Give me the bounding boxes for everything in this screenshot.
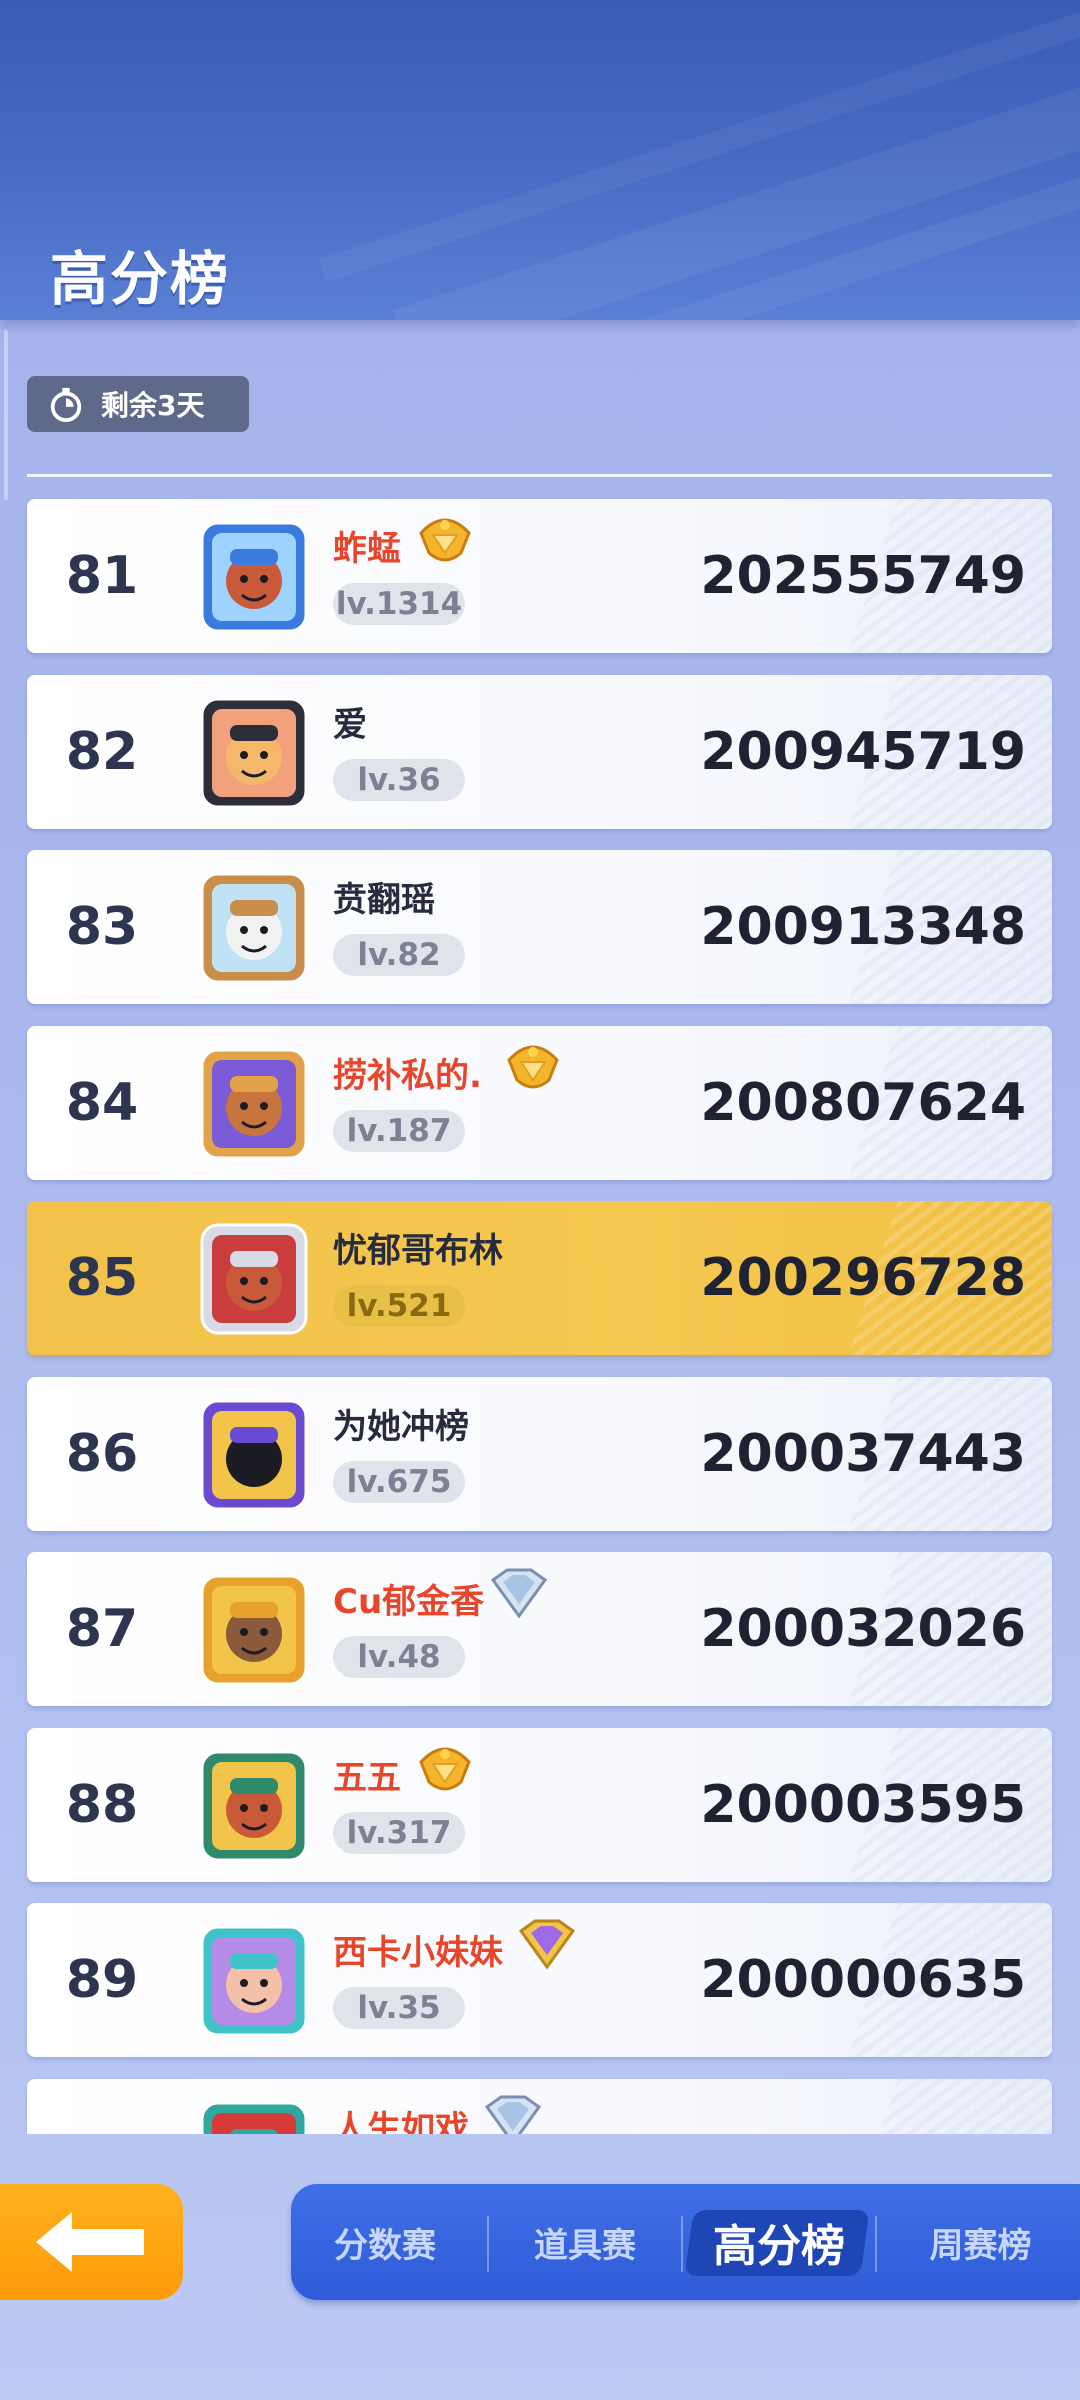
tab-label: 高分榜 [713, 2221, 845, 2272]
player-avatar[interactable] [192, 2095, 316, 2134]
tab-label: 分数赛 [334, 2225, 436, 2266]
diamond-badge-icon [487, 1566, 551, 1620]
player-avatar[interactable] [192, 1217, 316, 1341]
player-score: 200945719 [700, 722, 1026, 782]
player-name: 捞补私的. [333, 1056, 482, 1096]
player-score: 200032026 [700, 1599, 1026, 1659]
player-name: 五五 [333, 1758, 401, 1798]
player-name: 爱 [333, 705, 367, 745]
player-level: lv.187 [333, 1110, 465, 1152]
leaderboard-row[interactable]: 人生如戏 [27, 2079, 1052, 2134]
rank-number: 84 [65, 1073, 139, 1133]
gold-crown-badge-icon [413, 1742, 477, 1796]
leaderboard-row[interactable]: 82 爱 lv.36 200945719 [27, 675, 1052, 829]
leaderboard-row[interactable]: 83 贲翻瑶 lv.82 200913348 [27, 850, 1052, 1004]
rank-number [27, 2079, 177, 2134]
stopwatch-icon [50, 387, 82, 423]
gold-crown-badge-icon [413, 513, 477, 567]
player-score: 200000635 [700, 1950, 1026, 2010]
player-avatar[interactable] [192, 1744, 316, 1868]
tab-item-match[interactable]: 道具赛 [491, 2184, 679, 2300]
rank-number: 82 [65, 722, 139, 782]
time-remaining-text: 剩余3天 [101, 389, 205, 422]
player-avatar[interactable] [192, 515, 316, 639]
leaderboard-row[interactable]: 89 西卡小妹妹 lv.35 200000635 [27, 1903, 1052, 2057]
tab-label: 周赛榜 [929, 2225, 1032, 2266]
leaderboard-row[interactable]: 88 五五 lv.317 200003595 [27, 1728, 1052, 1882]
scrollbar[interactable] [4, 330, 8, 500]
purple-diamond-badge-icon [515, 1917, 579, 1971]
player-score: 200296728 [700, 1248, 1026, 1308]
player-level: lv.82 [333, 934, 465, 976]
player-name: 贲翻瑶 [333, 880, 435, 920]
back-button[interactable] [0, 2184, 183, 2300]
player-avatar[interactable] [192, 1042, 316, 1166]
player-name: 忧郁哥布林 [333, 1231, 503, 1271]
player-avatar[interactable] [192, 866, 316, 990]
header-banner: 高分榜 [0, 0, 1080, 320]
leaderboard-row-self[interactable]: 85 忧郁哥布林 lv.521 200296728 [27, 1201, 1052, 1355]
gold-crown-badge-icon [501, 1040, 565, 1094]
leaderboard-row[interactable]: 84 捞补私的. lv.187 200807624 [27, 1026, 1052, 1180]
back-arrow-icon [35, 2212, 144, 2272]
rank-number: 81 [65, 546, 139, 606]
player-level: lv.48 [333, 1636, 465, 1678]
diamond-badge-icon [481, 2093, 545, 2134]
player-score: 202555749 [700, 546, 1026, 606]
player-avatar[interactable] [192, 1568, 316, 1692]
tab-label: 道具赛 [534, 2225, 636, 2266]
rank-number: 87 [65, 1599, 139, 1659]
page-title: 高分榜 [50, 245, 231, 313]
tab-high-score[interactable]: 高分榜 [681, 2184, 877, 2300]
player-avatar[interactable] [192, 691, 316, 815]
player-avatar[interactable] [192, 1393, 316, 1517]
rank-number: 88 [65, 1775, 139, 1835]
player-score: 200913348 [700, 897, 1026, 957]
time-remaining-badge: 剩余3天 [27, 376, 249, 432]
leaderboard-list[interactable]: 81 蚱蜢 lv.1314 202555749 82 爱 lv.36 200945719 83 贲… [0, 490, 1080, 2134]
player-name: 西卡小妹妹 [333, 1933, 503, 1973]
bottom-tab-bar: 分数赛 道具赛 高分榜 周赛榜 [291, 2184, 1080, 2300]
rank-number: 89 [65, 1950, 139, 2010]
player-level: lv.521 [333, 1285, 465, 1327]
player-name: 为她冲榜 [333, 1407, 469, 1447]
player-name: 蚱蜢 [333, 529, 401, 569]
player-level: lv.35 [333, 1987, 465, 2029]
leaderboard-row[interactable]: 87 Cu郁金香 lv.48 200032026 [27, 1552, 1052, 1706]
player-avatar[interactable] [192, 1919, 316, 2043]
player-name: Cu郁金香 [333, 1582, 485, 1622]
player-level: lv.36 [333, 759, 465, 801]
player-level: lv.317 [333, 1812, 465, 1854]
leaderboard-row[interactable]: 81 蚱蜢 lv.1314 202555749 [27, 499, 1052, 653]
rank-number: 85 [65, 1248, 139, 1308]
player-score: 200807624 [700, 1073, 1026, 1133]
rank-number: 86 [65, 1424, 139, 1484]
player-name: 人生如戏 [333, 2109, 469, 2134]
player-score: 200003595 [700, 1775, 1026, 1835]
rank-number: 83 [65, 897, 139, 957]
player-level: lv.675 [333, 1461, 465, 1503]
player-score: 200037443 [700, 1424, 1026, 1484]
tab-score-match[interactable]: 分数赛 [291, 2184, 479, 2300]
tab-weekly-rank[interactable]: 周赛榜 [881, 2184, 1080, 2300]
player-level: lv.1314 [333, 583, 465, 625]
divider [27, 474, 1052, 477]
leaderboard-row[interactable]: 86 为她冲榜 lv.675 200037443 [27, 1377, 1052, 1531]
